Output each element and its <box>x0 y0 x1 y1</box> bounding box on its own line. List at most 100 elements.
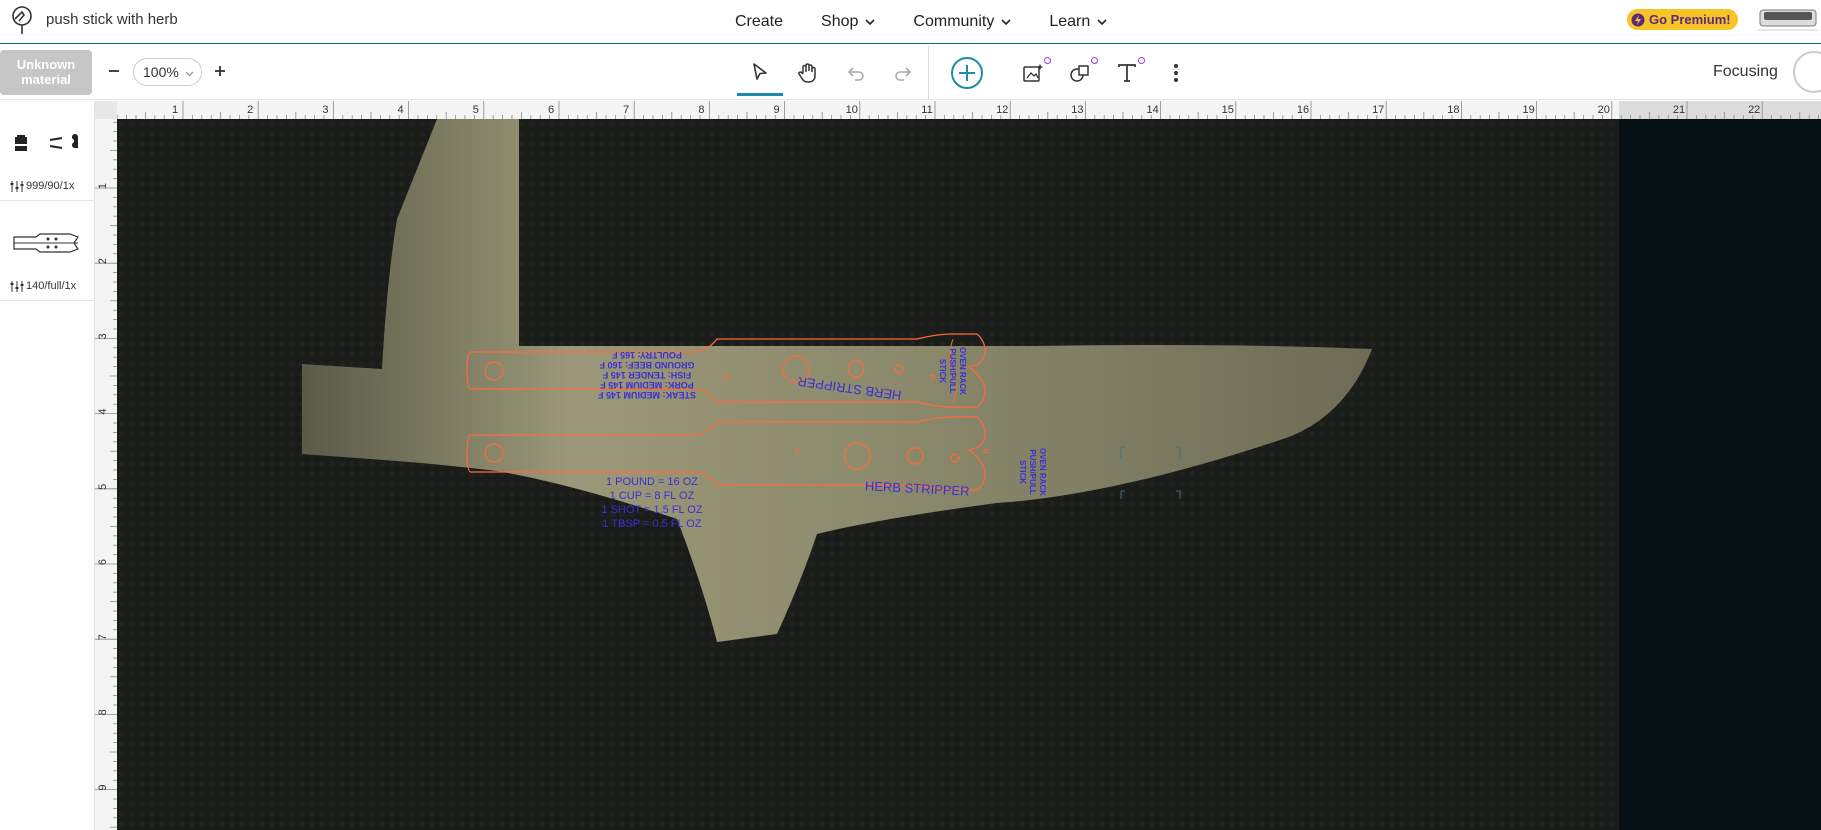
go-premium-button[interactable]: Go Premium! <box>1627 9 1738 30</box>
chevron-down-icon <box>865 19 875 26</box>
zoom-level-value: 100% <box>143 64 179 80</box>
ruler-label: 8 <box>698 104 704 116</box>
herb-hole-small <box>894 364 904 374</box>
placement-markers <box>1120 446 1181 499</box>
ruler-label: 22 <box>1748 104 1760 116</box>
ruler-label: 9 <box>97 785 109 791</box>
ruler-label: 9 <box>774 104 780 116</box>
laser-device-icon[interactable] <box>1758 4 1818 32</box>
ruler-label: 1 <box>172 104 178 116</box>
ruler-label: 11 <box>921 104 932 116</box>
engrave-line: FISH: TENDER 145 F <box>602 370 691 380</box>
top-navigation-bar: push stick with herb Create Shop Communi… <box>0 0 1821 44</box>
herb-hole-tiny <box>930 374 936 380</box>
ruler-label: 20 <box>1598 104 1610 116</box>
layer-settings[interactable]: 999/90/1x <box>10 180 74 192</box>
ruler-label: 4 <box>97 409 109 415</box>
redo-button[interactable] <box>880 50 926 96</box>
zoom-out-icon[interactable] <box>105 62 123 80</box>
material-selector-button[interactable]: Unknown material <box>0 50 92 95</box>
layer-item[interactable]: 999/90/1x <box>0 101 95 201</box>
design-layer: STEAK: MEDIUM 145 F PORK: MEDIUM 145 F F… <box>466 333 1181 530</box>
engrave-line: 1 TBSP = 0.5 FL OZ <box>602 518 701 530</box>
pointer-arrow-icon <box>753 62 767 80</box>
shapes-button[interactable] <box>1057 50 1103 96</box>
tip-label-line2: PUSH/PULL <box>948 348 957 393</box>
add-circle-icon <box>951 57 983 89</box>
tip-label-line3: STICK <box>938 359 947 383</box>
ruler-label: 3 <box>322 104 328 116</box>
tip-label-line2: PUSH/PULL <box>1028 449 1037 494</box>
ruler-label: 14 <box>1146 104 1158 116</box>
chevron-down-icon <box>1097 19 1107 26</box>
nav-learn[interactable]: Learn <box>1049 13 1107 31</box>
redo-icon <box>895 67 912 81</box>
undo-icon <box>847 67 864 81</box>
hang-hole <box>484 361 504 381</box>
select-tool-button[interactable] <box>737 50 783 96</box>
ruler-horizontal-ticks: 1 2 3 4 5 6 7 8 9 10 11 12 13 14 15 16 17 18 19 20 21 22 <box>117 101 1821 119</box>
tip-label-line3: STICK <box>1018 460 1027 484</box>
ruler-label: 8 <box>97 709 109 715</box>
push-stick-bottom[interactable]: 1 POUND = 16 OZ 1 CUP = 8 FL OZ 1 SHOT =… <box>466 416 1047 530</box>
push-stick-top[interactable]: STEAK: MEDIUM 145 F PORK: MEDIUM 145 F F… <box>466 333 986 408</box>
glowforge-logo-icon[interactable] <box>10 6 34 36</box>
nav-shop-label: Shop <box>821 13 859 30</box>
engrave-line: GROUND BEEF: 160 F <box>599 360 695 370</box>
ruler-label: 21 <box>1673 104 1685 116</box>
add-button[interactable] <box>944 50 990 96</box>
material-label-line1: Unknown <box>16 57 76 72</box>
top-piece-outline <box>466 333 986 408</box>
lightning-bolt-icon <box>1631 13 1645 26</box>
editor-toolbar: Unknown material 100% Focusing <box>0 45 1821 100</box>
layer-settings[interactable]: 140/full/1x <box>10 280 76 292</box>
nav-community[interactable]: Community <box>913 13 1011 31</box>
ruler-horizontal: 1 2 3 4 5 6 7 8 9 10 11 12 13 14 15 16 17 18 19 20 21 22 <box>117 101 1821 119</box>
ruler-label: 12 <box>996 104 1008 116</box>
text-tool-button[interactable] <box>1104 50 1150 96</box>
herb-hole-tiny <box>724 374 730 380</box>
ruler-label: 13 <box>1071 104 1083 116</box>
herb-hole-large <box>843 442 871 470</box>
ruler-label: 19 <box>1522 104 1534 116</box>
engrave-line: STEAK: MEDIUM 145 F <box>597 390 696 400</box>
layer-item[interactable]: 140/full/1x <box>0 201 95 301</box>
nav-create[interactable]: Create <box>735 13 783 31</box>
nav-create-label: Create <box>735 13 784 30</box>
project-title[interactable]: push stick with herb <box>46 11 178 28</box>
ruler-label: 5 <box>97 484 109 490</box>
pan-tool-button[interactable] <box>785 50 831 96</box>
tip-label-line1: OVEN RACK <box>958 347 967 395</box>
material-label-line2: material <box>21 72 71 87</box>
magic-canvas-button[interactable] <box>1010 50 1056 96</box>
text-icon <box>1118 64 1136 82</box>
premium-dot-icon <box>1091 57 1098 64</box>
hang-hole <box>484 443 504 463</box>
ruler-label: 3 <box>97 333 109 339</box>
nav-learn-label: Learn <box>1049 13 1091 30</box>
ruler-label: 7 <box>97 634 109 640</box>
zoom-in-icon[interactable] <box>211 62 229 80</box>
layer-settings-value: 999/90/1x <box>26 180 75 192</box>
layers-panel: 999/90/1x 140/full/1x <box>0 101 95 830</box>
nav-community-label: Community <box>913 13 995 30</box>
layer-settings-value: 140/full/1x <box>26 280 77 292</box>
focus-spinner-icon <box>1793 51 1821 93</box>
design-canvas[interactable]: STEAK: MEDIUM 145 F PORK: MEDIUM 145 F F… <box>117 119 1821 830</box>
ruler-label: 7 <box>623 104 629 116</box>
chevron-down-icon <box>1001 19 1011 26</box>
more-options-button[interactable] <box>1153 50 1199 96</box>
zoom-level-select[interactable]: 100% <box>133 58 202 86</box>
ruler-label: 15 <box>1222 104 1234 116</box>
toolbar-divider <box>928 45 929 100</box>
ruler-label: 16 <box>1297 104 1309 116</box>
ruler-label: 2 <box>247 104 253 116</box>
ruler-label: 6 <box>97 559 109 565</box>
engrave-fill-icon <box>15 135 27 151</box>
push-stick-thumbnail-icon <box>13 233 79 253</box>
ruler-label: 5 <box>473 104 479 116</box>
engrave-line: 1 POUND = 16 OZ <box>606 476 698 488</box>
undo-button[interactable] <box>833 50 879 96</box>
tip-label-line1: OVEN RACK <box>1038 448 1047 496</box>
nav-shop[interactable]: Shop <box>821 13 875 31</box>
